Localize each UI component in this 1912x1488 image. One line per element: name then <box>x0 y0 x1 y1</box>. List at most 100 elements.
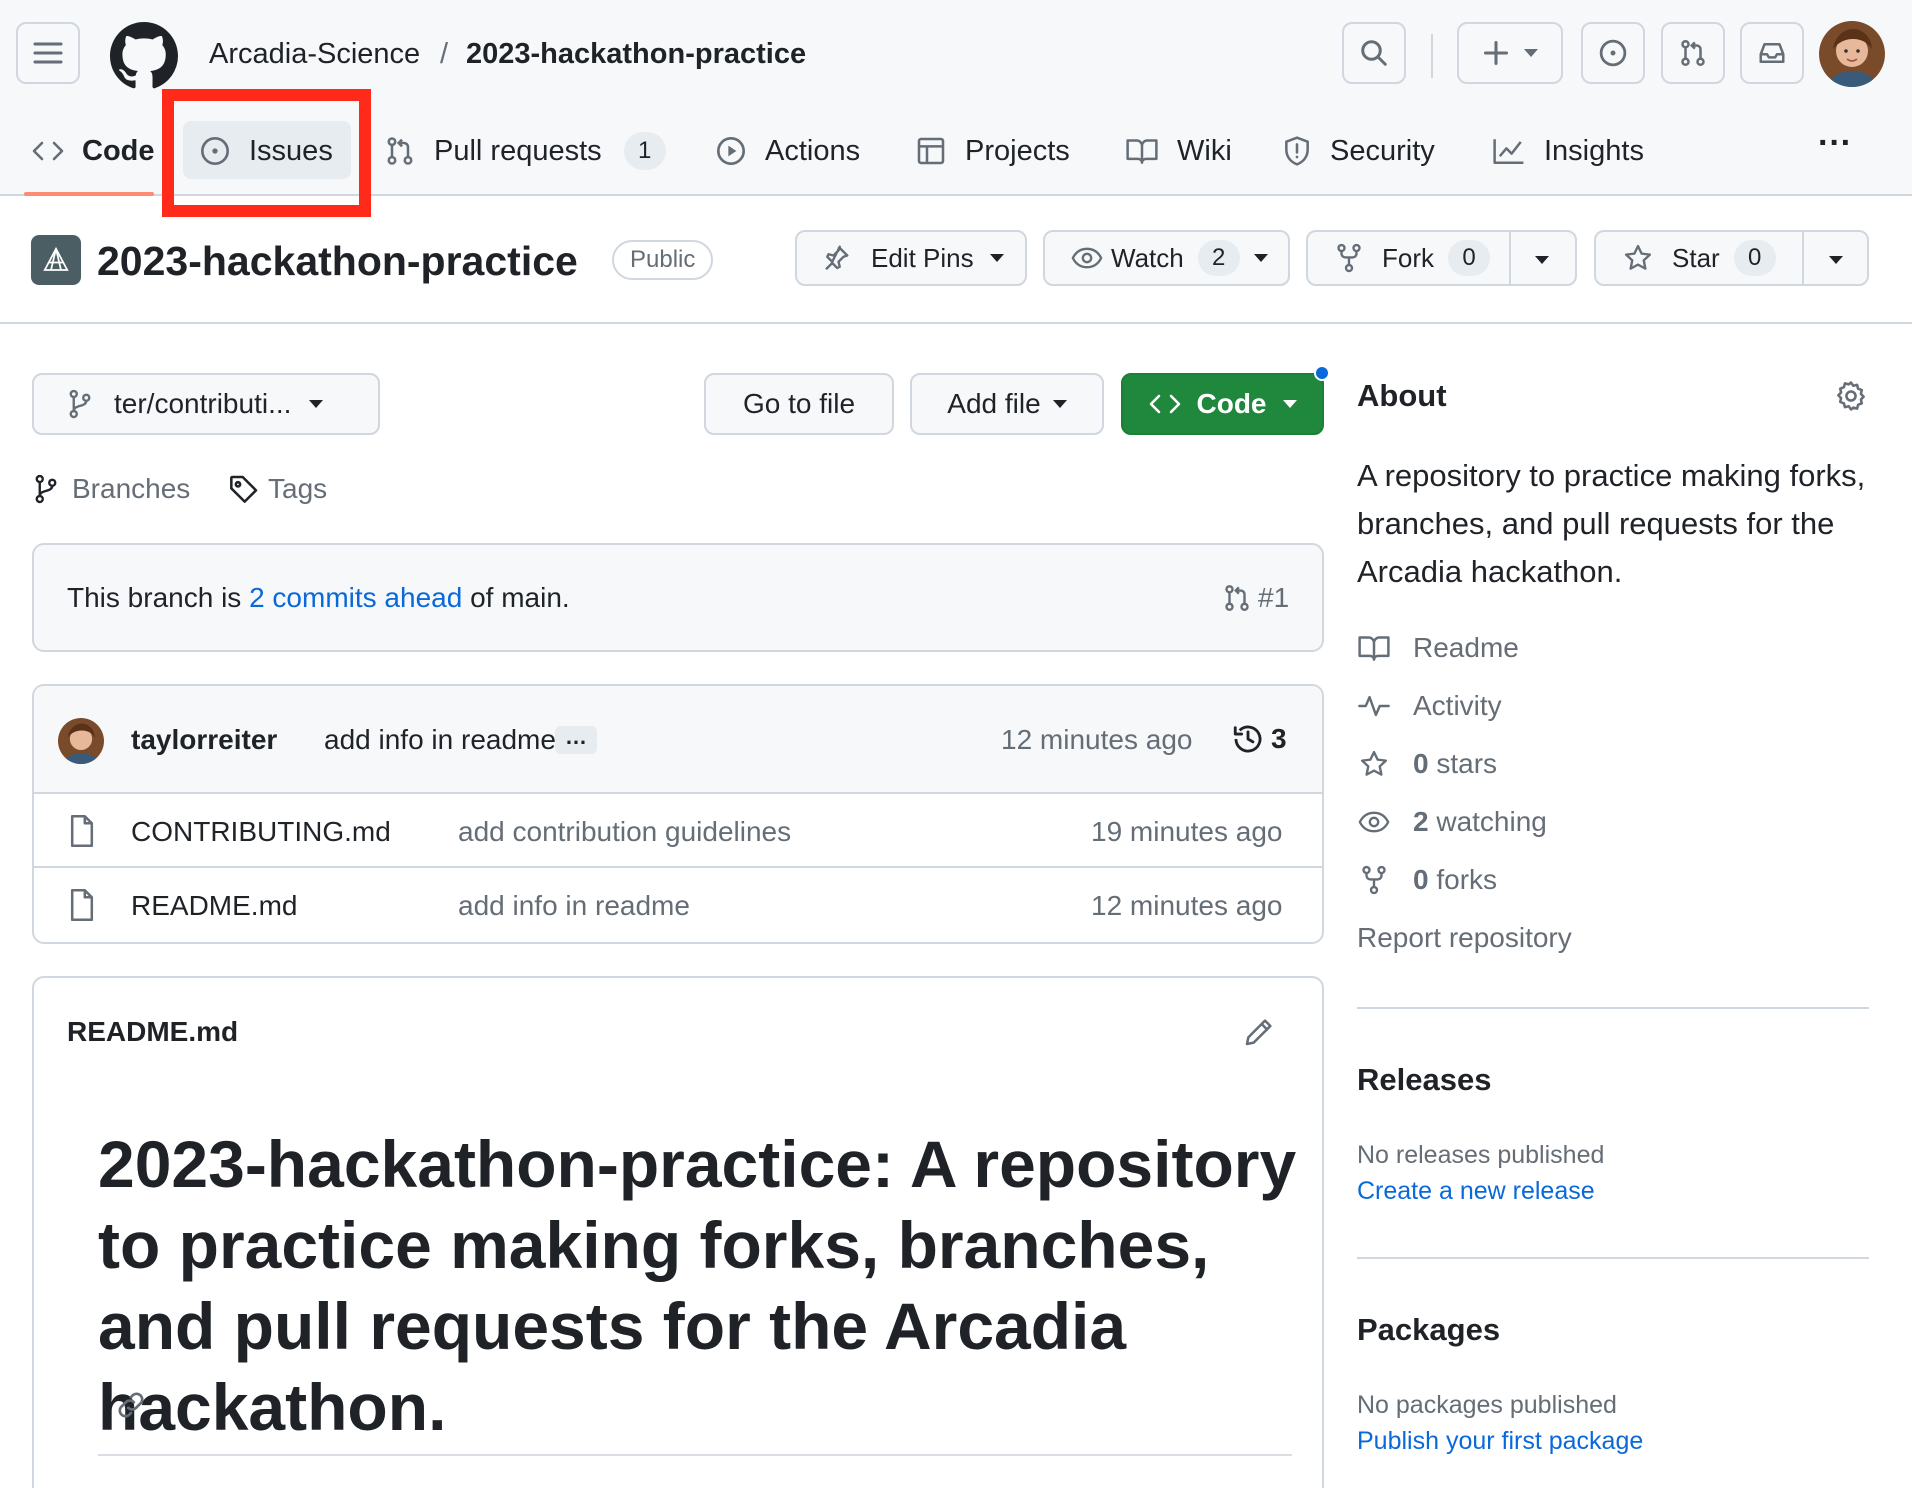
eye-icon <box>1071 247 1103 269</box>
tab-wiki[interactable]: Wiki <box>1125 120 1232 182</box>
book-icon <box>1358 636 1390 662</box>
report-repository-link[interactable]: Report repository <box>1357 922 1572 954</box>
create-release-link[interactable]: Create a new release <box>1357 1177 1595 1206</box>
pull-request-link[interactable]: #1 <box>1222 582 1289 614</box>
star-button[interactable]: Star 0 <box>1594 230 1869 286</box>
commits-ahead-link[interactable]: 2 commits ahead <box>249 582 462 613</box>
search-button[interactable] <box>1342 22 1406 84</box>
git-pull-request-icon <box>387 137 413 165</box>
tab-wiki-label: Wiki <box>1177 134 1232 167</box>
readme-link[interactable]: Readme <box>1357 632 1519 664</box>
stars-label: stars <box>1428 748 1498 779</box>
breadcrumb-owner[interactable]: Arcadia-Science <box>209 32 420 76</box>
go-to-file-button[interactable]: Go to file <box>704 373 894 435</box>
repo-title[interactable]: 2023-hackathon-practice <box>97 236 578 286</box>
add-file-button[interactable]: Add file <box>910 373 1104 435</box>
readme-panel: README.md 2023-hackathon-practice: A rep… <box>32 976 1324 1488</box>
book-icon <box>1126 139 1158 165</box>
no-packages-text: No packages published <box>1357 1391 1617 1419</box>
file-name[interactable]: README.md <box>131 890 297 922</box>
branch-compare-text: This branch is 2 commits ahead of main. <box>67 582 570 614</box>
eye-icon <box>1358 811 1390 833</box>
commit-history-link[interactable]: 3 <box>1231 722 1287 756</box>
about-description: A repository to practice making forks, b… <box>1357 458 1866 589</box>
tab-security[interactable]: Security <box>1282 120 1435 182</box>
tags-link[interactable]: Tags <box>228 473 327 505</box>
create-new-button[interactable] <box>1457 22 1563 84</box>
tab-pull-requests-label: Pull requests <box>434 134 602 167</box>
link-icon[interactable] <box>114 1388 148 1422</box>
code-dropdown-button[interactable]: Code <box>1121 373 1324 435</box>
inbox-button[interactable] <box>1740 22 1804 84</box>
file-commit-time: 19 minutes ago <box>1091 816 1283 847</box>
repo-forked-icon <box>1362 865 1386 895</box>
branch-selector[interactable]: ter/contributi... <box>32 373 380 435</box>
branches-label: Branches <box>72 473 191 504</box>
git-pull-request-icon <box>1225 585 1249 611</box>
stars-link[interactable]: 0 stars <box>1357 748 1497 780</box>
readme-filename[interactable]: README.md <box>67 1016 238 1048</box>
tab-insights[interactable]: Insights <box>1492 120 1644 182</box>
file-commit-message[interactable]: add contribution guidelines <box>458 816 791 848</box>
watching-label: watching <box>1428 806 1547 837</box>
watch-counter: 2 <box>1197 240 1240 276</box>
tab-code[interactable]: Code <box>32 120 155 182</box>
releases-heading[interactable]: Releases <box>1357 1062 1491 1098</box>
file-commit-message[interactable]: add info in readme <box>458 890 690 922</box>
readme-heading-divider <box>98 1454 1292 1456</box>
commit-author-avatar[interactable] <box>58 718 104 764</box>
file-row[interactable]: README.md add info in readme 12 minutes … <box>34 868 1322 942</box>
no-releases-text: No releases published <box>1357 1141 1605 1169</box>
button-divider <box>1802 232 1804 284</box>
arcadia-logo-icon <box>43 246 69 271</box>
menu-button[interactable] <box>16 22 80 84</box>
edit-pins-button[interactable]: Edit Pins <box>795 230 1027 286</box>
tags-label: Tags <box>268 473 328 504</box>
commit-expand-button[interactable]: … <box>555 726 597 754</box>
git-pull-request-icon <box>1681 39 1705 67</box>
edit-pins-label: Edit Pins <box>871 242 974 273</box>
gear-icon[interactable] <box>1834 379 1868 413</box>
branches-link[interactable]: Branches <box>34 473 190 505</box>
pull-requests-nav-button[interactable] <box>1661 22 1725 84</box>
branch-compare-suffix: of main. <box>462 582 570 613</box>
fork-label: Fork <box>1382 242 1434 273</box>
pin-icon <box>825 245 849 271</box>
repo-avatar <box>31 235 81 285</box>
commit-author[interactable]: taylorreiter <box>131 724 277 756</box>
tab-actions[interactable]: Actions <box>715 120 860 182</box>
annotation-highlight-box <box>162 89 371 217</box>
chevron-down-icon[interactable] <box>1829 256 1843 264</box>
forks-link[interactable]: 0 forks <box>1357 864 1497 896</box>
branch-compare-prefix: This branch is <box>67 582 250 613</box>
tab-pull-requests[interactable]: Pull requests 1 <box>384 120 666 182</box>
file-row[interactable]: CONTRIBUTING.md add contribution guideli… <box>34 794 1322 868</box>
commit-message[interactable]: add info in readme <box>324 724 556 756</box>
breadcrumb-repo[interactable]: 2023-hackathon-practice <box>466 32 806 76</box>
code-button-label: Code <box>1196 388 1267 419</box>
github-logo-icon[interactable] <box>110 22 178 90</box>
publish-package-link[interactable]: Publish your first package <box>1357 1427 1643 1456</box>
watch-button[interactable]: Watch 2 <box>1043 230 1290 286</box>
fork-button[interactable]: Fork 0 <box>1306 230 1577 286</box>
forks-count: 0 <box>1413 864 1429 895</box>
tab-projects[interactable]: Projects <box>915 120 1070 182</box>
watchers-link[interactable]: 2 watching <box>1357 806 1547 838</box>
header-divider <box>1431 34 1433 78</box>
watch-label: Watch <box>1111 242 1184 273</box>
repo-header-divider <box>0 322 1912 324</box>
tab-more-button[interactable]: ··· <box>1818 112 1852 174</box>
add-file-label: Add file <box>947 388 1041 419</box>
issue-opened-icon <box>1599 39 1627 67</box>
chevron-down-icon[interactable] <box>1535 256 1549 264</box>
pencil-icon[interactable] <box>1243 1016 1275 1048</box>
sidebar-divider <box>1357 1257 1869 1259</box>
active-tab-indicator <box>24 192 154 196</box>
file-name[interactable]: CONTRIBUTING.md <box>131 816 391 848</box>
user-avatar[interactable] <box>1819 21 1885 87</box>
issues-nav-button[interactable] <box>1581 22 1645 84</box>
packages-heading[interactable]: Packages <box>1357 1312 1500 1348</box>
breadcrumb-separator: / <box>440 38 449 70</box>
file-icon <box>70 889 94 921</box>
activity-link[interactable]: Activity <box>1357 690 1502 722</box>
